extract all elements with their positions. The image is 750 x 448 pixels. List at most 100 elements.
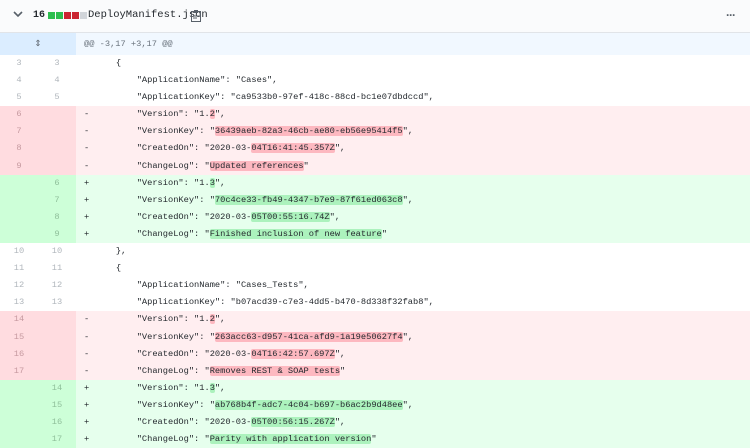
diff-line-deleted: 7 - "VersionKey": "36439aeb-82a3-46cb-ae8…	[0, 123, 750, 141]
new-line-number[interactable]	[38, 157, 76, 175]
new-line-number[interactable]: 5	[38, 89, 76, 106]
old-line-number[interactable]: 11	[0, 260, 38, 277]
file-name[interactable]: DeployManifest.json	[88, 9, 208, 21]
new-line-number[interactable]: 14	[38, 379, 76, 397]
code-text: },	[95, 243, 126, 260]
new-line-number[interactable]	[38, 140, 76, 158]
diff-line-context: 11 11 {	[0, 260, 750, 277]
diff-sign: +	[84, 194, 90, 205]
old-line-number[interactable]: 3	[0, 55, 38, 72]
change-count: 16	[33, 10, 46, 21]
new-line-number[interactable]	[38, 106, 76, 124]
changed-text-highlight: Removes REST & SOAP tests	[209, 365, 341, 376]
code-text: "VersionKey": "70c4ce33-fb49-4347-b7e9-8…	[95, 192, 413, 209]
diff-sign	[76, 243, 95, 260]
old-line-number[interactable]: 13	[0, 294, 38, 311]
code-segment: "ApplicationKey": "b07acd39-c7e3-4dd5-b4…	[95, 297, 434, 308]
code-segment: ",	[214, 382, 226, 393]
chevron-down-icon[interactable]	[13, 9, 23, 19]
new-line-number[interactable]: 10	[38, 243, 76, 260]
code-segment: ",	[214, 314, 226, 325]
changed-text-highlight: 04T16:41:45.357Z	[251, 143, 335, 154]
old-line-number[interactable]: 10	[0, 243, 38, 260]
diff-line-added: 16 + "CreatedOn": "2020-03-05T00:56:15.26…	[0, 413, 750, 432]
code-text: "ApplicationName": "Cases",	[95, 72, 278, 89]
new-line-number[interactable]: 17	[38, 431, 76, 448]
diff-line-deleted: 8 - "CreatedOn": "2020-03-04T16:41:45.357…	[0, 140, 750, 158]
changed-text-highlight: 04T16:42:57.697Z	[251, 348, 335, 359]
old-line-number[interactable]: 8	[0, 140, 38, 158]
copy-path-icon[interactable]	[191, 9, 201, 22]
old-line-number[interactable]: 17	[0, 362, 38, 380]
diff-line-deleted: 16 - "CreatedOn": "2020-03-04T16:42:57.69…	[0, 345, 750, 363]
code-text: "ChangeLog": "Removes REST & SOAP tests"	[95, 363, 345, 380]
old-line-number[interactable]	[0, 413, 38, 432]
diffstat-block	[72, 12, 79, 19]
old-line-number[interactable]: 14	[0, 311, 38, 329]
diff-sign: +	[84, 228, 90, 239]
diff-line-added: 14 + "Version": "1.3",	[0, 379, 750, 397]
code-segment: ",	[329, 211, 341, 222]
code-segment: "CreatedOn": "2020-03-	[95, 348, 252, 359]
old-line-number[interactable]: 7	[0, 123, 38, 141]
new-line-number[interactable]	[38, 311, 76, 329]
code-segment: ",	[334, 348, 346, 359]
old-line-number[interactable]: 15	[0, 328, 38, 346]
code-text: {	[95, 55, 121, 72]
code-segment: "VersionKey": "	[95, 194, 215, 205]
diff-line-deleted: 15 - "VersionKey": "263acc63-d957-41ca-af…	[0, 328, 750, 346]
new-line-number[interactable]	[38, 328, 76, 346]
old-line-number[interactable]	[0, 191, 38, 209]
new-line-number[interactable]: 13	[38, 294, 76, 311]
old-line-number[interactable]: 9	[0, 157, 38, 175]
diff-sign	[76, 260, 95, 277]
code-segment: "CreatedOn": "2020-03-	[95, 211, 252, 222]
changed-text-highlight: 05T00:56:15.267Z	[251, 416, 335, 427]
new-line-number[interactable]: 4	[38, 72, 76, 89]
diff-line-added: 17 + "ChangeLog": "Parity with applicatio…	[0, 431, 750, 448]
diffstat-bars	[48, 12, 87, 19]
more-options-icon[interactable]: ···	[726, 8, 736, 22]
old-line-number[interactable]	[0, 225, 38, 244]
new-line-number[interactable]: 15	[38, 396, 76, 414]
code-segment: "VersionKey": "	[95, 399, 215, 410]
file-header: 16 DeployManifest.json ···	[0, 0, 750, 33]
old-line-number[interactable]	[0, 396, 38, 414]
new-line-number[interactable]: 8	[38, 208, 76, 226]
diff-line-deleted: 9 - "ChangeLog": "Updated references"	[0, 157, 750, 175]
code-segment: ",	[402, 331, 414, 342]
diff-sign	[76, 55, 95, 72]
new-line-number[interactable]: 16	[38, 413, 76, 432]
old-line-number[interactable]: 12	[0, 277, 38, 294]
new-line-number[interactable]: 12	[38, 277, 76, 294]
code-segment: ",	[334, 143, 346, 154]
diff-sign	[76, 294, 95, 311]
old-line-number[interactable]	[0, 208, 38, 226]
diff-line-added: 9 + "ChangeLog": "Finished inclusion of n…	[0, 225, 750, 244]
new-line-number[interactable]	[38, 345, 76, 363]
code-segment: "ChangeLog": "	[95, 365, 210, 376]
new-line-number[interactable]: 3	[38, 55, 76, 72]
new-line-number[interactable]: 11	[38, 260, 76, 277]
diff-line-added: 8 + "CreatedOn": "2020-03-05T00:55:16.74Z…	[0, 208, 750, 226]
diff-line-deleted: 17 - "ChangeLog": "Removes REST & SOAP te…	[0, 362, 750, 380]
code-text: "VersionKey": "263acc63-d957-41ca-afd9-1…	[95, 329, 413, 346]
new-line-number[interactable]: 6	[38, 174, 76, 192]
old-line-number[interactable]	[0, 379, 38, 397]
new-line-number[interactable]: 7	[38, 191, 76, 209]
old-line-number[interactable]: 4	[0, 72, 38, 89]
code-segment: ",	[214, 177, 226, 188]
old-line-number[interactable]	[0, 431, 38, 448]
new-line-number[interactable]	[38, 123, 76, 141]
new-line-number[interactable]	[38, 362, 76, 380]
code-text: "Version": "1.3",	[95, 175, 225, 192]
old-line-number[interactable]: 5	[0, 89, 38, 106]
code-text: "VersionKey": "ab768b4f-adc7-4c04-b697-b…	[95, 397, 413, 414]
new-line-number[interactable]: 9	[38, 225, 76, 244]
expand-icon[interactable]: ⇕	[0, 33, 76, 55]
old-line-number[interactable]	[0, 174, 38, 192]
old-line-number[interactable]: 6	[0, 106, 38, 124]
code-segment: "Version": "1.	[95, 177, 210, 188]
diff-line-context: 10 10 },	[0, 243, 750, 260]
old-line-number[interactable]: 16	[0, 345, 38, 363]
